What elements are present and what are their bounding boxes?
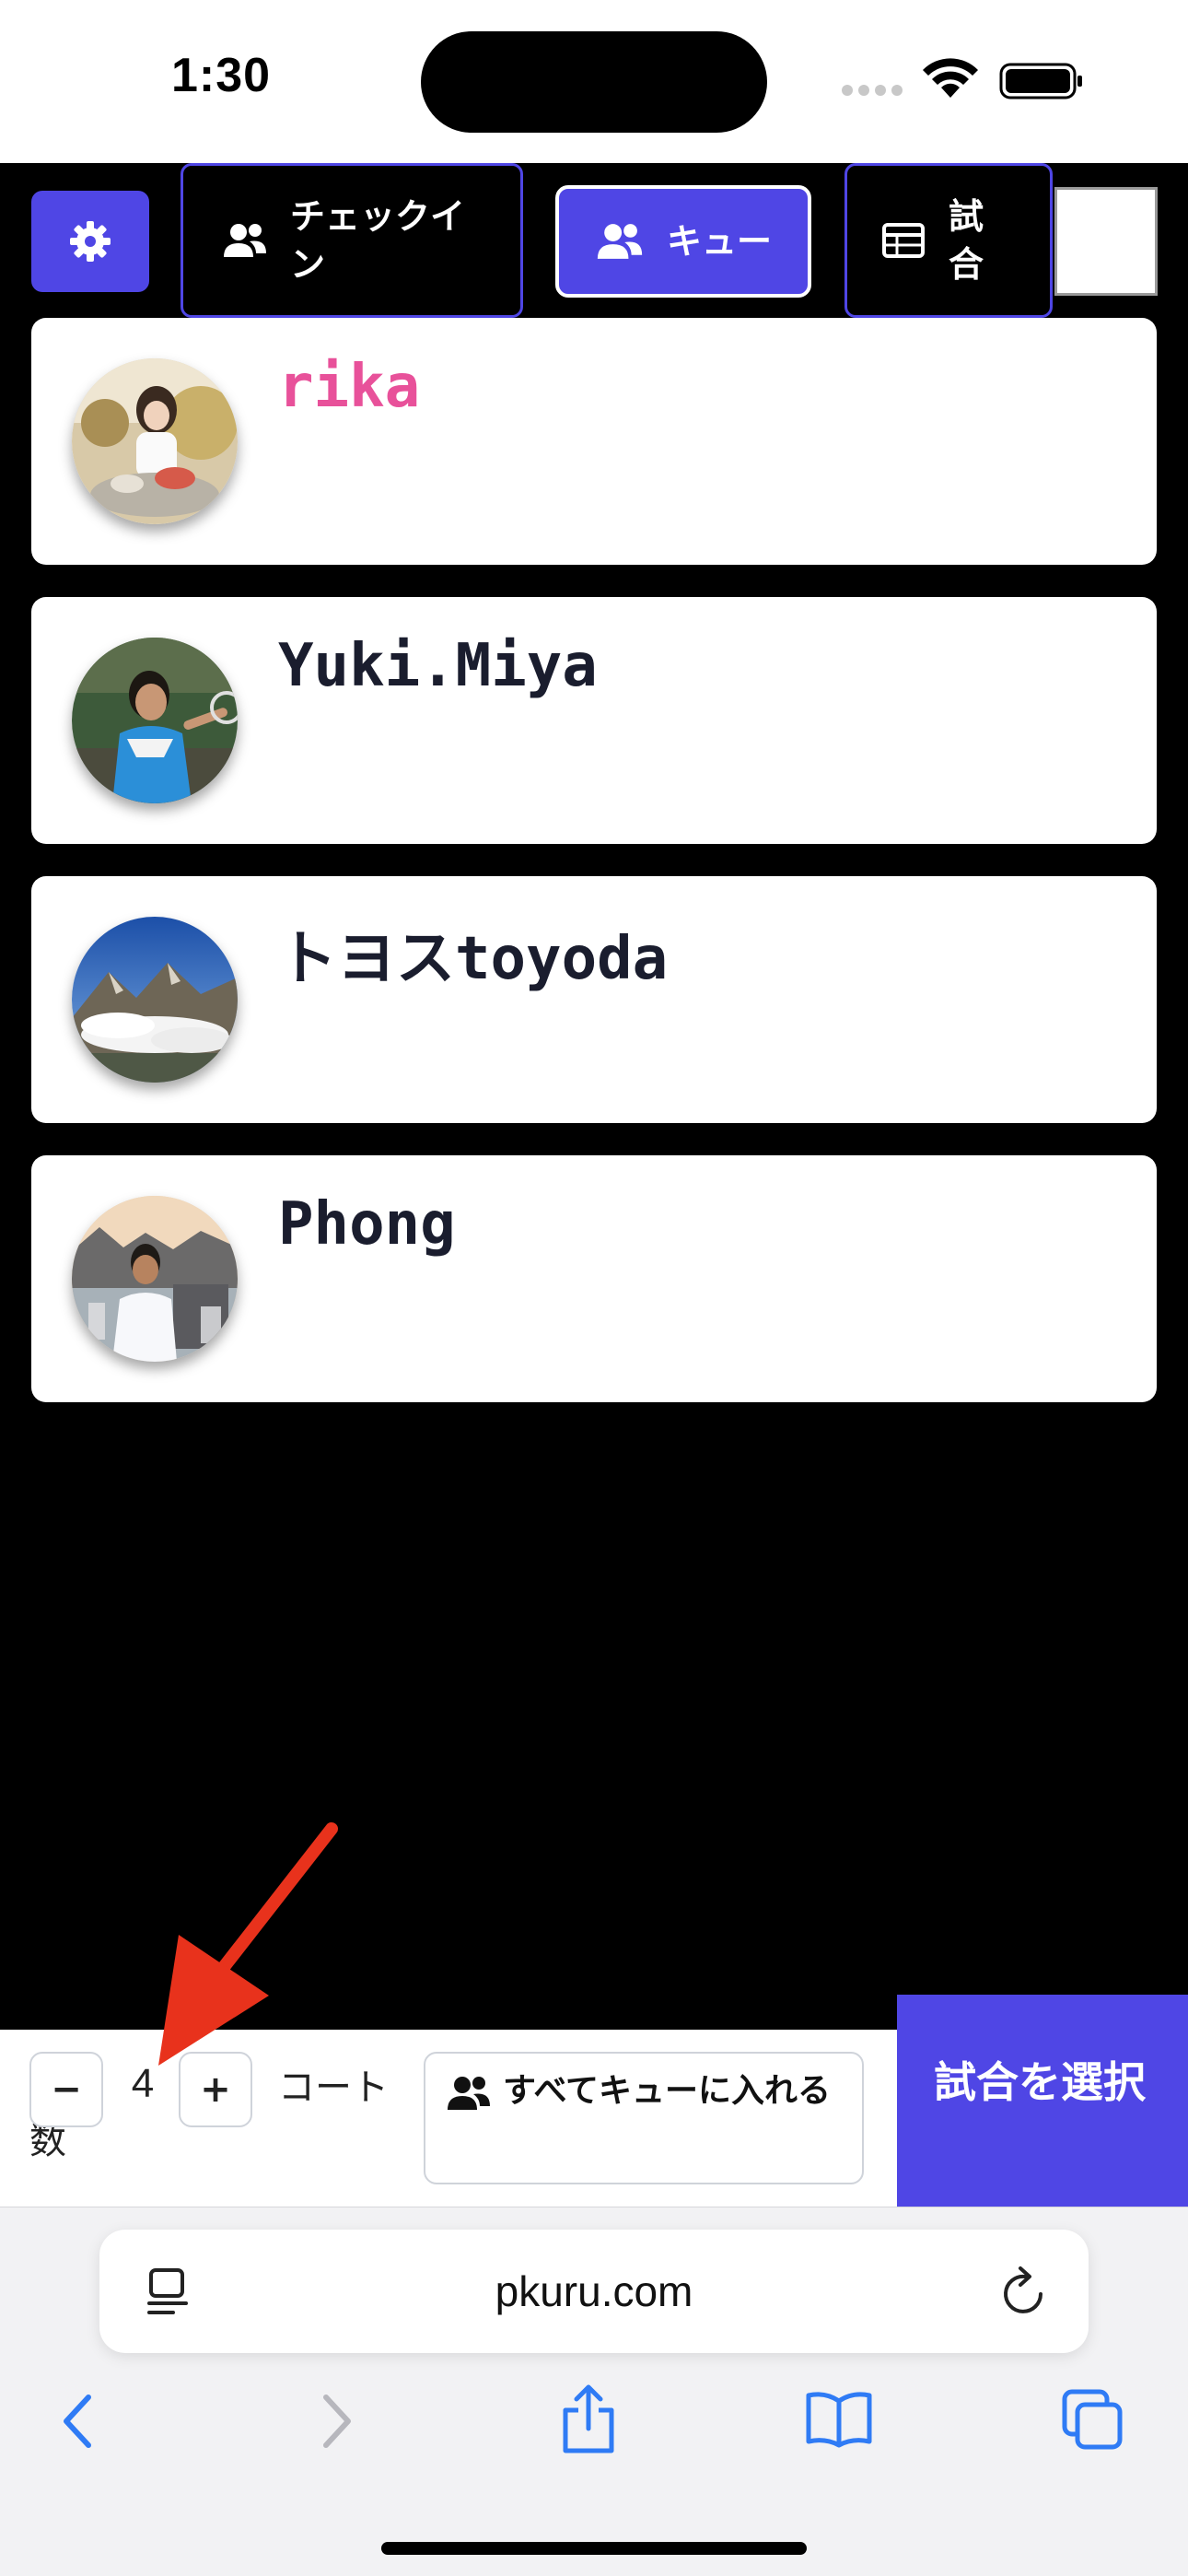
tab-checkin[interactable]: チェックイン: [181, 163, 523, 318]
player-card[interactable]: トヨスtoyoda: [31, 876, 1157, 1123]
status-time: 1:30: [171, 49, 272, 102]
tab-match[interactable]: 試合: [844, 163, 1053, 318]
wifi-icon: [923, 58, 978, 98]
queue-all-label: すべてキューに入れる: [503, 2072, 832, 2110]
cellular-signal-icon: [842, 85, 903, 96]
browser-toolbar: pkuru.com: [0, 2207, 1188, 2576]
dynamic-island: [421, 31, 767, 133]
bookmarks-icon[interactable]: [805, 2390, 873, 2449]
player-name: rika: [278, 353, 421, 421]
player-name: トヨスtoyoda: [278, 925, 669, 993]
avatar: [72, 358, 238, 524]
address-bar[interactable]: pkuru.com: [99, 2230, 1089, 2353]
users-icon: [597, 224, 643, 259]
settings-button[interactable]: [31, 191, 149, 292]
status-bar: 1:30: [0, 0, 1188, 163]
tab-checkin-label: チェックイン: [290, 196, 466, 285]
tabs-icon[interactable]: [1061, 2388, 1125, 2453]
users-icon: [448, 2077, 490, 2110]
select-match-label: 試合を選択: [934, 2057, 1146, 2107]
gear-icon: [70, 221, 111, 262]
player-name: Phong: [278, 1190, 456, 1259]
avatar: [72, 1196, 238, 1362]
users-icon: [224, 224, 266, 257]
avatar: [72, 917, 238, 1083]
table-icon: [882, 223, 925, 258]
toolbar-white-box[interactable]: [1054, 187, 1158, 296]
player-name: Yuki.Miya: [278, 632, 598, 700]
select-match-button[interactable]: 試合を選択: [897, 1995, 1188, 2207]
battery-icon: [999, 63, 1082, 100]
avatar: [72, 638, 238, 803]
app-toolbar: チェックイン キュー 試合: [0, 163, 1188, 318]
player-card[interactable]: Yuki.Miya: [31, 597, 1157, 844]
tab-queue[interactable]: キュー: [555, 185, 811, 298]
court-controls: コート数 − 4 + すべてキューに入れる: [0, 2030, 897, 2207]
reload-icon[interactable]: [1000, 2265, 1050, 2318]
share-icon[interactable]: [560, 2383, 617, 2456]
decrement-courts-button[interactable]: −: [29, 2052, 103, 2127]
tab-match-label: 試合: [949, 196, 984, 285]
tab-queue-label: キュー: [666, 221, 772, 262]
home-indicator[interactable]: [381, 2542, 807, 2555]
url-text: pkuru.com: [495, 2267, 693, 2315]
player-card[interactable]: Phong: [31, 1155, 1157, 1402]
increment-courts-button[interactable]: +: [179, 2052, 252, 2127]
back-icon[interactable]: [59, 2392, 96, 2451]
player-card[interactable]: rika: [31, 318, 1157, 565]
court-count-value: 4: [131, 2061, 155, 2106]
queue-all-button[interactable]: すべてキューに入れる: [424, 2052, 864, 2184]
forward-icon[interactable]: [319, 2392, 355, 2451]
